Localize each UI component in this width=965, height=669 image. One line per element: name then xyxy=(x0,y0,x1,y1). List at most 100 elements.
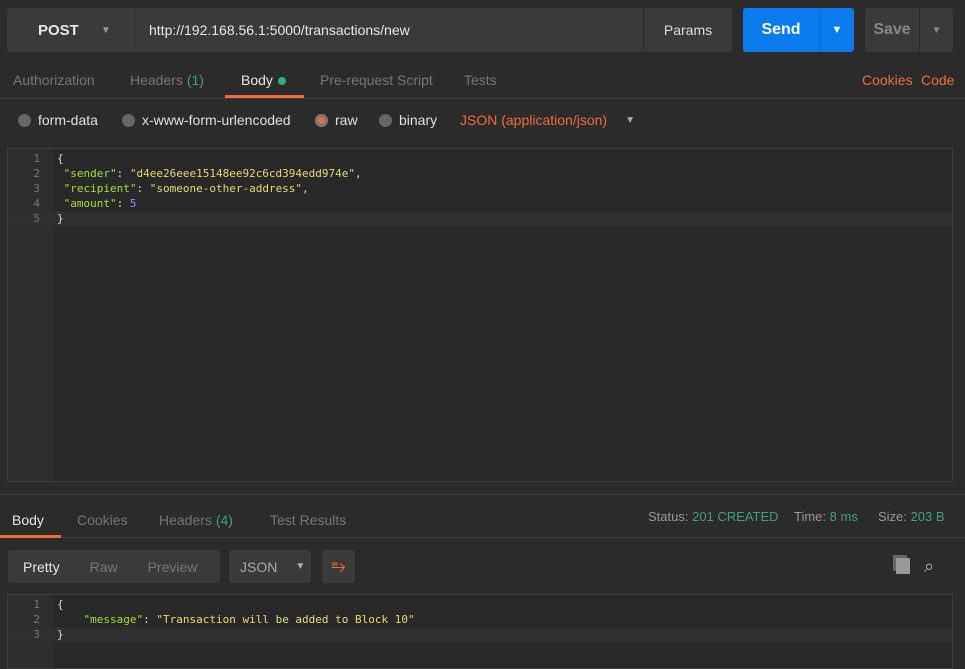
tab-prerequest-script[interactable]: Pre-request Script xyxy=(320,72,433,88)
radio-label: form-data xyxy=(38,112,98,128)
radio-icon[interactable] xyxy=(122,113,135,127)
chevron-down-icon: ▼ xyxy=(100,24,111,36)
chevron-down-icon: ▼ xyxy=(625,114,635,126)
active-tab-underline xyxy=(225,95,304,98)
response-body-viewer: 1{ 2 "message": "Transaction will be add… xyxy=(7,594,953,669)
cookies-link[interactable]: Cookies xyxy=(862,72,913,88)
send-button[interactable]: Send ▼ xyxy=(743,8,854,52)
radio-icon[interactable] xyxy=(379,113,392,127)
status-label: Status: xyxy=(648,509,689,524)
code-line: 1{ xyxy=(8,151,952,166)
save-button[interactable]: Save ▼ xyxy=(865,8,953,52)
method-label: POST xyxy=(38,21,79,39)
response-format-select[interactable]: JSON ▼ xyxy=(229,550,311,583)
code-text: } xyxy=(57,627,64,642)
chevron-down-icon[interactable]: ▼ xyxy=(919,8,953,52)
tab-authorization[interactable]: Authorization xyxy=(13,72,95,88)
request-body-editor[interactable]: 1{ 2 "sender": "d4ee26eee15148ee92c6cd39… xyxy=(7,148,953,482)
url-input[interactable]: http://192.168.56.1:5000/transactions/ne… xyxy=(135,8,643,52)
code-line: 1{ xyxy=(8,597,952,612)
json-value: "d4ee26eee15148ee92c6cd394edd974e" xyxy=(129,167,356,180)
json-value: "Transaction will be added to Block 10" xyxy=(156,613,415,626)
radio-label: raw xyxy=(335,112,358,128)
code-text: "amount": 5 xyxy=(63,197,137,210)
json-value: 5 xyxy=(129,197,137,210)
line-number: 3 xyxy=(33,628,40,641)
radio-icon[interactable] xyxy=(18,113,31,127)
preview-button[interactable]: Preview xyxy=(133,559,213,575)
line-number: 4 xyxy=(33,197,40,210)
tab-headers[interactable]: Headers (1) xyxy=(130,72,204,88)
code-text: "sender": "d4ee26eee15148ee92c6cd394edd9… xyxy=(63,167,362,180)
line-number: 5 xyxy=(33,212,40,225)
tab-test-results[interactable]: Test Results xyxy=(270,512,346,528)
radio-urlencoded[interactable]: x-www-form-urlencoded xyxy=(122,112,291,128)
search-icon[interactable]: ⌕ xyxy=(924,556,934,577)
json-value: "someone-other-address" xyxy=(149,182,303,195)
response-tabs: Body Cookies Headers (4) Test Results St… xyxy=(0,494,965,538)
json-key: "recipient" xyxy=(63,182,137,195)
status-dot-icon xyxy=(277,77,286,85)
code-text: "recipient": "someone-other-address", xyxy=(63,182,309,195)
raw-button[interactable]: Raw xyxy=(75,559,133,575)
size-label: Size: xyxy=(878,509,907,524)
tab-response-body[interactable]: Body xyxy=(12,512,44,528)
params-button[interactable]: Params xyxy=(643,8,732,52)
code-line: 4 "amount": 5 xyxy=(8,196,952,211)
response-view-toggle: Pretty Raw Preview xyxy=(8,550,220,583)
content-type-label: JSON (application/json) xyxy=(460,112,608,128)
json-key: "sender" xyxy=(63,167,117,180)
headers-count: (1) xyxy=(186,72,204,88)
radio-raw[interactable]: raw xyxy=(315,112,358,128)
code-text: } xyxy=(57,211,64,226)
line-number: 3 xyxy=(33,182,40,195)
content-type-select[interactable]: JSON (application/json) ▼ xyxy=(460,112,635,128)
copy-icon[interactable] xyxy=(896,558,910,574)
code-line: 2 "sender": "d4ee26eee15148ee92c6cd394ed… xyxy=(8,166,952,181)
active-tab-underline xyxy=(0,535,61,538)
radio-label: binary xyxy=(399,112,438,128)
request-tabs: Authorization Headers (1) Body Pre-reque… xyxy=(0,62,965,99)
code-text: "message": "Transaction will be added to… xyxy=(83,613,415,626)
tab-response-headers[interactable]: Headers (4) xyxy=(159,512,233,528)
chevron-down-icon: ▼ xyxy=(295,561,306,572)
tab-body[interactable]: Body xyxy=(241,72,286,88)
code-text: { xyxy=(57,597,64,612)
tab-tests[interactable]: Tests xyxy=(464,72,497,88)
brace: { xyxy=(57,152,64,165)
headers-count: (4) xyxy=(215,512,233,528)
method-select[interactable]: POST ▼ xyxy=(7,8,135,52)
time-readout: Time: 8 ms xyxy=(794,509,858,524)
tab-body-label: Body xyxy=(241,72,273,88)
code-line: 5} xyxy=(8,211,952,226)
body-mode-radios: form-data x-www-form-urlencoded raw bina… xyxy=(0,110,965,134)
wrap-lines-icon[interactable]: ⥱ xyxy=(322,550,355,583)
save-label[interactable]: Save xyxy=(865,8,919,52)
radio-selected-icon[interactable] xyxy=(315,113,328,127)
radio-label: x-www-form-urlencoded xyxy=(142,112,291,128)
tab-response-cookies[interactable]: Cookies xyxy=(77,512,128,528)
brace: { xyxy=(57,598,64,611)
time-label: Time: xyxy=(794,509,827,524)
code-line: 3} xyxy=(8,627,952,642)
line-number: 1 xyxy=(33,598,40,611)
size-readout: Size: 203 B xyxy=(878,509,945,524)
code-line: 2 "message": "Transaction will be added … xyxy=(8,612,952,627)
json-key: "message" xyxy=(83,613,144,626)
code-text: { xyxy=(57,151,64,166)
time-value: 8 ms xyxy=(829,509,858,524)
pretty-button[interactable]: Pretty xyxy=(8,559,75,575)
status-value: 201 CREATED xyxy=(692,509,779,524)
line-number: 1 xyxy=(33,152,40,165)
json-key: "amount" xyxy=(63,197,117,210)
radio-form-data[interactable]: form-data xyxy=(18,112,98,128)
tab-label: Headers xyxy=(159,512,212,528)
code-link[interactable]: Code xyxy=(921,72,954,88)
url-text: http://192.168.56.1:5000/transactions/ne… xyxy=(149,22,410,38)
radio-binary[interactable]: binary xyxy=(379,112,437,128)
brace: } xyxy=(57,212,64,225)
chevron-down-icon[interactable]: ▼ xyxy=(819,8,854,52)
send-label[interactable]: Send xyxy=(743,8,819,52)
size-value: 203 B xyxy=(910,509,945,524)
tab-headers-label: Headers xyxy=(130,72,183,88)
